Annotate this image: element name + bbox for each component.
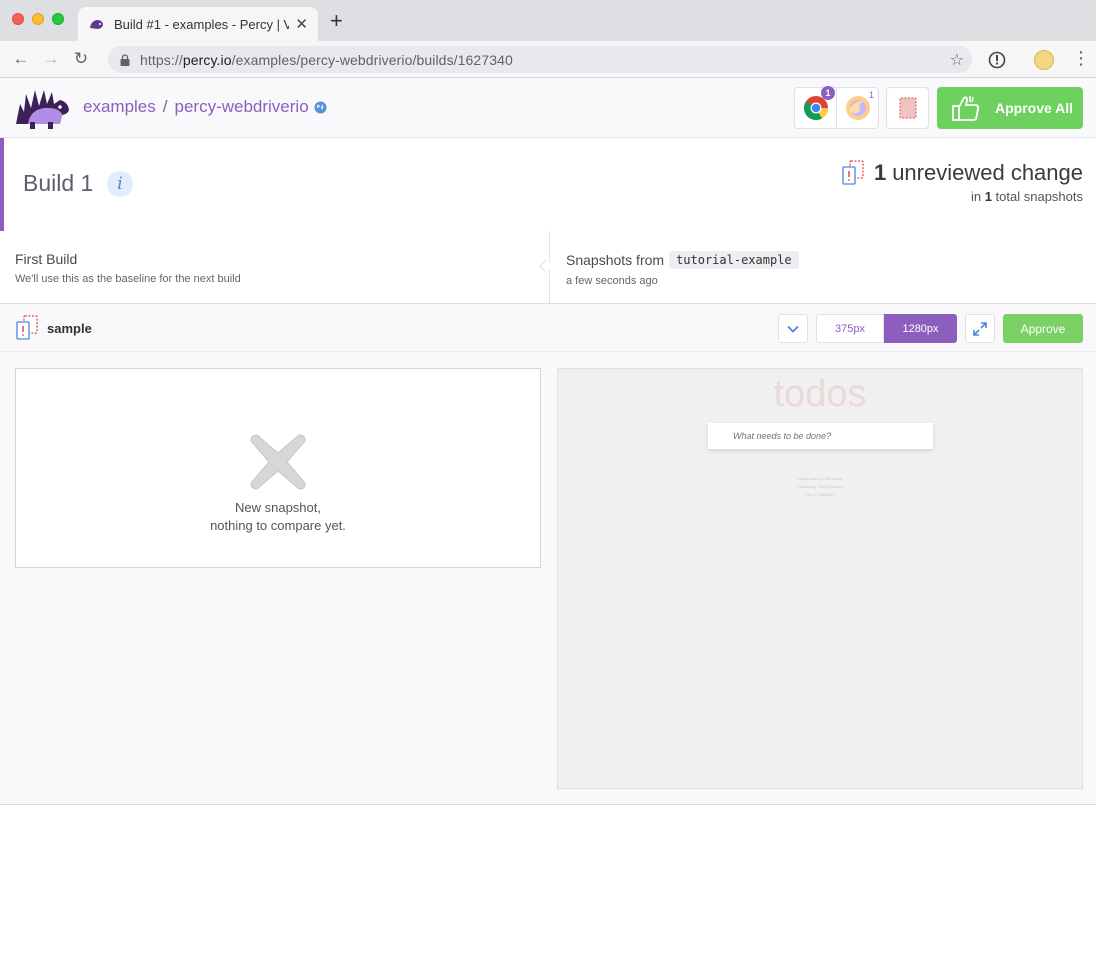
preview-todos-title: todos	[773, 373, 867, 415]
fullscreen-button[interactable]	[965, 314, 995, 343]
no-comparison-message: New snapshot, nothing to compare yet.	[210, 500, 346, 533]
url-text: https://percy.io/examples/percy-webdrive…	[140, 51, 513, 68]
snapshot-collapse-toggle[interactable]	[778, 314, 808, 343]
head-build-time: a few seconds ago	[566, 275, 658, 287]
base-build-info: First Build We'll use this as the baseli…	[15, 251, 241, 285]
expand-arrows-icon	[973, 321, 987, 336]
no-comparison-x-icon	[250, 434, 306, 490]
diff-overlay-icon	[898, 97, 917, 119]
chevron-down-icon	[787, 325, 799, 333]
head-build-title: Snapshots from tutorial-example	[566, 251, 799, 269]
address-bar[interactable]: https://percy.io/examples/percy-webdrive…	[108, 46, 972, 73]
width-1280-button[interactable]: 1280px	[884, 314, 957, 343]
snapshot-name[interactable]: sample	[47, 321, 92, 336]
window-controls	[12, 13, 64, 25]
profile-avatar[interactable]	[1034, 50, 1054, 70]
toggle-diff-overlay-button[interactable]	[886, 87, 929, 129]
head-build-info: Snapshots from tutorial-example a few se…	[566, 251, 799, 287]
project-link[interactable]: percy-webdriverio	[175, 97, 309, 117]
percy-favicon-icon	[90, 20, 103, 29]
preview-todo-input	[708, 423, 933, 449]
approve-snapshot-button[interactable]: Approve	[1003, 314, 1083, 343]
build-status-accent	[0, 138, 4, 231]
width-375-button[interactable]: 375px	[816, 314, 884, 343]
reload-icon[interactable]: ↻	[66, 49, 96, 69]
breadcrumb: examples / percy-webdriverio	[83, 97, 327, 117]
comparison-area: New snapshot, nothing to compare yet. to…	[0, 352, 1096, 805]
firefox-icon	[845, 96, 870, 120]
globe-icon	[314, 101, 327, 113]
unreviewed-label: unreviewed change	[892, 160, 1083, 185]
snapshot-header: sample 375px 1280px Approve	[0, 304, 1096, 352]
approve-all-button[interactable]: Approve All	[937, 87, 1083, 129]
browser-tabbar: Build #1 - examples - Percy | V ✕ +	[0, 0, 1096, 41]
browser-filter-firefox[interactable]: 1	[836, 87, 879, 129]
chrome-count-badge: 1	[821, 86, 835, 100]
thumbs-up-icon	[952, 96, 980, 121]
build-title: Build 1	[23, 170, 94, 196]
total-snapshots: in 1 total snapshots	[970, 189, 1083, 204]
browser-filter-chrome[interactable]: 1	[794, 86, 837, 129]
base-build-description: We'll use this as the baseline for the n…	[15, 273, 241, 285]
base-snapshot-panel: New snapshot, nothing to compare yet.	[15, 368, 541, 568]
lock-icon	[120, 53, 130, 66]
forward-arrow-icon[interactable]: →	[36, 49, 66, 69]
more-menu-icon[interactable]: ⋮	[1072, 49, 1090, 67]
org-link[interactable]: examples	[83, 97, 156, 117]
maximize-window-button[interactable]	[52, 13, 64, 25]
back-arrow-icon[interactable]: ←	[6, 49, 36, 69]
build-info-icon[interactable]: i	[107, 171, 133, 197]
bookmark-star-icon[interactable]: ☆	[950, 50, 964, 70]
breadcrumb-separator: /	[162, 97, 168, 116]
approve-all-label: Approve All	[995, 100, 1074, 116]
tab-close-icon[interactable]: ✕	[295, 15, 308, 33]
branch-name: tutorial-example	[669, 251, 799, 269]
browser-tab-active[interactable]: Build #1 - examples - Percy | V ✕	[78, 7, 318, 41]
build-info: Build 1 1 unreviewed change in 1 total s…	[0, 138, 1096, 231]
build-comparison-meta: First Build We'll use this as the baseli…	[0, 231, 1096, 304]
new-tab-button[interactable]: +	[330, 10, 343, 32]
app-header: examples / percy-webdriverio 1 1 Approve…	[0, 78, 1096, 138]
head-snapshot-panel[interactable]: todos Double-click to edit a todo Create…	[557, 368, 1083, 789]
browser-toolbar: ← → ↻ https://percy.io/examples/percy-we…	[0, 41, 1096, 78]
close-window-button[interactable]	[12, 13, 24, 25]
preview-footer: Double-click to edit a todo Created by O…	[796, 476, 844, 497]
unreviewed-count: 1	[873, 160, 887, 185]
tab-title: Build #1 - examples - Percy | V	[114, 16, 290, 32]
base-build-title: First Build	[15, 251, 78, 267]
extension-info-icon[interactable]	[988, 51, 1006, 69]
firefox-count: 1	[868, 90, 874, 100]
percy-logo-icon[interactable]	[14, 84, 70, 132]
snapshot-diff-icon	[16, 315, 38, 340]
snapshot-diff-icon	[842, 160, 864, 185]
unreviewed-summary: 1 unreviewed change	[841, 160, 1083, 186]
minimize-window-button[interactable]	[32, 13, 44, 25]
meta-divider-arrow	[538, 258, 554, 274]
